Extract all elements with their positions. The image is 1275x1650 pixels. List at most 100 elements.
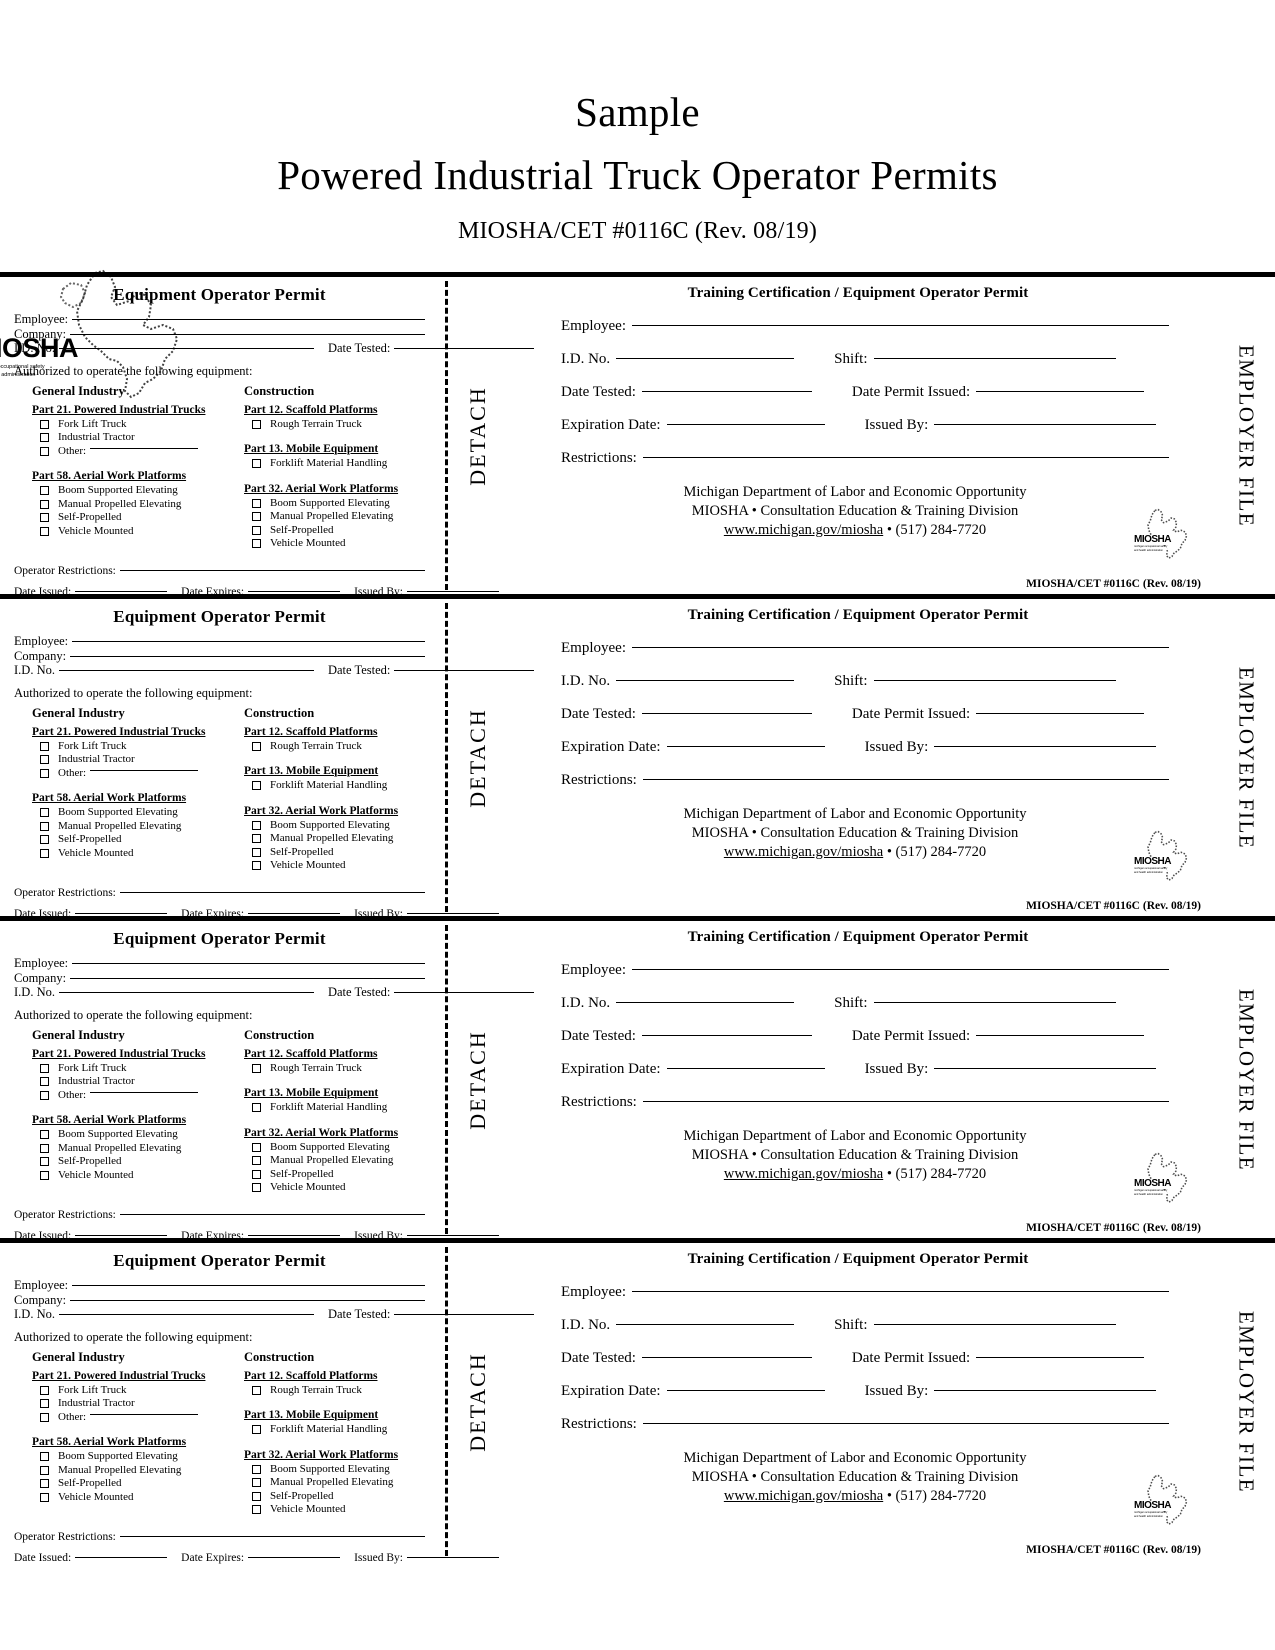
card-employee-input[interactable] [631, 969, 1169, 970]
checkbox[interactable] [40, 433, 49, 443]
checkbox-row[interactable]: Boom Supported Elevating [32, 1128, 244, 1142]
card-restrictions-input[interactable] [642, 457, 1169, 458]
checkbox[interactable] [40, 808, 49, 818]
card-issued-by-input[interactable] [934, 1390, 1157, 1391]
checkbox-row[interactable]: Industrial Tractor [32, 753, 244, 767]
checkbox[interactable] [252, 459, 261, 469]
checkbox-row[interactable]: Manual Propelled Elevating [244, 1154, 444, 1168]
checkbox[interactable] [40, 1479, 49, 1489]
checkbox-row[interactable]: Manual Propelled Elevating [32, 1142, 244, 1156]
card-id-no-input[interactable] [616, 358, 795, 359]
checkbox[interactable] [252, 498, 261, 508]
card-restrictions-input[interactable] [642, 1423, 1169, 1424]
checkbox[interactable] [40, 768, 49, 778]
stub-date-expires-input[interactable] [248, 590, 341, 592]
checkbox[interactable] [252, 847, 261, 857]
checkbox-row[interactable]: Fork Lift Truck [32, 1062, 244, 1076]
checkbox-row[interactable]: Fork Lift Truck [32, 418, 244, 432]
checkbox[interactable] [252, 781, 261, 791]
stub-date-issued-input[interactable] [75, 590, 168, 592]
checkbox-row[interactable]: Vehicle Mounted [244, 537, 444, 551]
checkbox[interactable] [40, 419, 49, 429]
checkbox[interactable] [252, 1478, 261, 1488]
checkbox-row[interactable]: Self-Propelled [32, 511, 244, 525]
checkbox-row[interactable]: Manual Propelled Elevating [32, 820, 244, 834]
checkbox[interactable] [40, 1385, 49, 1395]
agency-website-link[interactable]: www.michigan.gov/miosha [724, 1166, 883, 1182]
other-text-input[interactable] [90, 769, 199, 771]
stub-date-issued-input[interactable] [75, 1556, 168, 1558]
checkbox[interactable] [40, 1452, 49, 1462]
card-date-tested-input[interactable] [641, 391, 812, 392]
checkbox[interactable] [252, 1063, 261, 1073]
card-shift-input[interactable] [873, 680, 1116, 681]
checkbox[interactable] [252, 1385, 261, 1395]
stub-date-expires-input[interactable] [248, 1234, 341, 1236]
card-id-no-input[interactable] [616, 680, 795, 681]
card-expiration-date-input[interactable] [666, 1068, 825, 1069]
checkbox[interactable] [40, 513, 49, 523]
checkbox[interactable] [40, 1492, 49, 1502]
checkbox[interactable] [40, 1170, 49, 1180]
stub-company-input[interactable] [70, 655, 425, 657]
checkbox-row[interactable]: Rough Terrain Truck [244, 1384, 444, 1398]
checkbox-row[interactable]: Vehicle Mounted [32, 847, 244, 861]
checkbox[interactable] [252, 1183, 261, 1193]
checkbox-row[interactable]: Vehicle Mounted [32, 1169, 244, 1183]
card-date-tested-input[interactable] [641, 1357, 812, 1358]
checkbox-row[interactable]: Boom Supported Elevating [244, 819, 444, 833]
checkbox-row[interactable]: Self-Propelled [32, 833, 244, 847]
checkbox[interactable] [252, 820, 261, 830]
stub-id-no-input[interactable] [58, 348, 314, 349]
card-restrictions-input[interactable] [642, 779, 1169, 780]
checkbox-row[interactable]: Self-Propelled [32, 1477, 244, 1491]
checkbox[interactable] [40, 486, 49, 496]
checkbox-row[interactable]: Rough Terrain Truck [244, 740, 444, 754]
stub-id-no-input[interactable] [58, 1314, 314, 1315]
checkbox-row[interactable]: Manual Propelled Elevating [32, 498, 244, 512]
stub-company-input[interactable] [70, 1299, 425, 1301]
stub-operator-restrictions-input[interactable] [119, 569, 425, 571]
checkbox-row[interactable]: Industrial Tractor [32, 1397, 244, 1411]
checkbox-row[interactable]: Self-Propelled [244, 846, 444, 860]
checkbox[interactable] [40, 499, 49, 509]
checkbox-row[interactable]: Forklift Material Handling [244, 1423, 444, 1437]
checkbox-row[interactable]: Vehicle Mounted [244, 1181, 444, 1195]
agency-website-link[interactable]: www.michigan.gov/miosha [724, 844, 883, 860]
card-issued-by-input[interactable] [934, 424, 1157, 425]
checkbox-row-other[interactable]: Other: [32, 767, 244, 781]
checkbox-row[interactable]: Manual Propelled Elevating [244, 832, 444, 846]
stub-date-expires-input[interactable] [248, 1556, 341, 1558]
checkbox-row[interactable]: Manual Propelled Elevating [32, 1464, 244, 1478]
stub-id-no-input[interactable] [58, 670, 314, 671]
card-expiration-date-input[interactable] [666, 424, 825, 425]
checkbox-row[interactable]: Vehicle Mounted [244, 1503, 444, 1517]
checkbox-row[interactable]: Manual Propelled Elevating [244, 510, 444, 524]
checkbox[interactable] [40, 755, 49, 765]
other-text-input[interactable] [90, 447, 199, 449]
card-id-no-input[interactable] [616, 1002, 795, 1003]
card-issued-by-input[interactable] [934, 1068, 1157, 1069]
stub-operator-restrictions-input[interactable] [119, 891, 425, 893]
checkbox-row[interactable]: Rough Terrain Truck [244, 418, 444, 432]
stub-date-issued-input[interactable] [75, 1234, 168, 1236]
checkbox[interactable] [252, 1425, 261, 1435]
stub-date-expires-input[interactable] [248, 912, 341, 914]
checkbox[interactable] [252, 1505, 261, 1515]
stub-operator-restrictions-input[interactable] [119, 1535, 425, 1537]
stub-employee-input[interactable] [72, 319, 425, 320]
card-date-permit-issued-input[interactable] [976, 713, 1145, 714]
checkbox-row[interactable]: Self-Propelled [244, 524, 444, 538]
checkbox-row[interactable]: Self-Propelled [32, 1155, 244, 1169]
checkbox-row[interactable]: Manual Propelled Elevating [244, 1476, 444, 1490]
other-text-input[interactable] [90, 1413, 199, 1415]
card-restrictions-input[interactable] [642, 1101, 1169, 1102]
checkbox[interactable] [40, 848, 49, 858]
checkbox[interactable] [252, 741, 261, 751]
card-employee-input[interactable] [631, 325, 1169, 326]
checkbox[interactable] [40, 1157, 49, 1167]
stub-company-input[interactable] [70, 977, 425, 979]
checkbox[interactable] [252, 861, 261, 871]
stub-date-issued-input[interactable] [75, 912, 168, 914]
checkbox-row[interactable]: Rough Terrain Truck [244, 1062, 444, 1076]
